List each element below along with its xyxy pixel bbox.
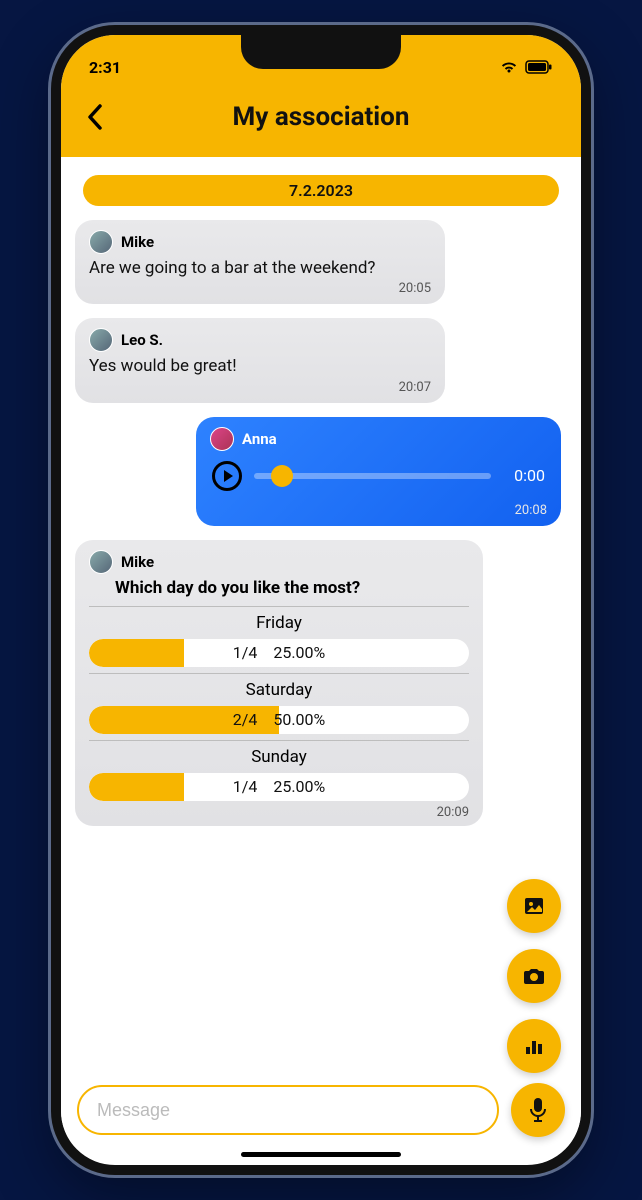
avatar bbox=[89, 230, 113, 254]
composer bbox=[77, 1083, 565, 1137]
message-bubble[interactable]: Leo S. Yes would be great! 20:07 bbox=[75, 318, 445, 402]
home-indicator bbox=[241, 1152, 401, 1157]
poll-button[interactable] bbox=[507, 1019, 561, 1073]
audio-thumb[interactable] bbox=[271, 465, 293, 487]
message-time: 20:07 bbox=[89, 380, 431, 395]
poll-fraction: 2/4 bbox=[233, 710, 258, 729]
message-sender: Anna bbox=[242, 430, 277, 448]
message-text: Yes would be great! bbox=[89, 356, 431, 377]
image-icon bbox=[522, 894, 546, 918]
divider bbox=[89, 740, 469, 741]
poll-option-label: Sunday bbox=[89, 747, 469, 767]
message-input[interactable] bbox=[77, 1085, 499, 1135]
divider bbox=[89, 673, 469, 674]
poll-option-bar[interactable]: 1/4 25.00% bbox=[89, 639, 469, 667]
wifi-icon bbox=[499, 60, 519, 74]
message-text: Are we going to a bar at the weekend? bbox=[89, 258, 431, 279]
message-sender: Mike bbox=[121, 233, 154, 251]
bar-chart-icon bbox=[523, 1035, 545, 1057]
app-header: My association bbox=[61, 85, 581, 157]
chat-content: 7.2.2023 Mike Are we going to a bar at t… bbox=[61, 157, 581, 1163]
voice-message-bubble[interactable]: Anna 0:00 20:08 bbox=[196, 417, 561, 526]
divider bbox=[89, 606, 469, 607]
poll-fraction: 1/4 bbox=[233, 777, 258, 796]
message-time: 20:05 bbox=[89, 281, 431, 296]
message-time: 20:09 bbox=[89, 805, 469, 820]
camera-icon bbox=[522, 964, 546, 988]
poll-option-bar[interactable]: 1/4 25.00% bbox=[89, 773, 469, 801]
action-buttons bbox=[507, 879, 561, 1073]
poll-percent: 25.00% bbox=[273, 777, 325, 796]
phone-frame: 2:31 My association 7.2.2023 Mike Are we… bbox=[51, 25, 591, 1175]
camera-button[interactable] bbox=[507, 949, 561, 1003]
mic-button[interactable] bbox=[511, 1083, 565, 1137]
poll-percent: 25.00% bbox=[273, 643, 325, 662]
avatar bbox=[210, 427, 234, 451]
poll-question: Which day do you like the most? bbox=[115, 578, 469, 598]
message-sender: Mike bbox=[121, 553, 154, 571]
poll-fraction: 1/4 bbox=[233, 643, 258, 662]
status-icons bbox=[499, 60, 553, 74]
avatar bbox=[89, 550, 113, 574]
date-separator: 7.2.2023 bbox=[83, 175, 559, 206]
avatar bbox=[89, 328, 113, 352]
poll-percent: 50.00% bbox=[273, 710, 325, 729]
device-notch bbox=[241, 35, 401, 69]
message-bubble[interactable]: Mike Are we going to a bar at the weeken… bbox=[75, 220, 445, 304]
message-sender: Leo S. bbox=[121, 331, 163, 349]
audio-elapsed: 0:00 bbox=[503, 466, 545, 485]
status-time: 2:31 bbox=[89, 58, 121, 77]
poll-option-label: Saturday bbox=[89, 680, 469, 700]
battery-icon bbox=[525, 60, 553, 74]
play-button[interactable] bbox=[212, 461, 242, 491]
poll-bubble[interactable]: Mike Which day do you like the most? Fri… bbox=[75, 540, 483, 826]
mic-icon bbox=[528, 1097, 548, 1123]
chevron-left-icon bbox=[86, 104, 104, 130]
poll-option-label: Friday bbox=[89, 613, 469, 633]
gallery-button[interactable] bbox=[507, 879, 561, 933]
message-time: 20:08 bbox=[210, 503, 547, 518]
page-title: My association bbox=[61, 102, 581, 132]
back-button[interactable] bbox=[77, 99, 113, 135]
audio-track[interactable] bbox=[254, 473, 491, 479]
poll-option-bar[interactable]: 2/4 50.00% bbox=[89, 706, 469, 734]
